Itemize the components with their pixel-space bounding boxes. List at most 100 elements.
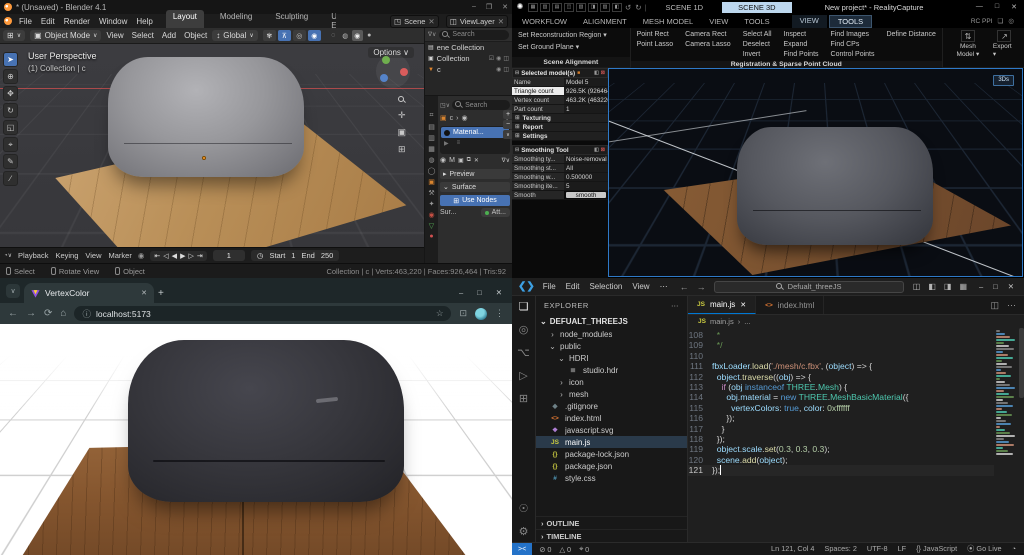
close-icon[interactable]: ⊠ (601, 147, 605, 153)
code-line-109[interactable]: 109 */ (688, 340, 994, 350)
code-line-110[interactable]: 110 (688, 351, 994, 361)
expand-icon[interactable]: ▶ (444, 140, 449, 147)
file-tree-item-studio-hdr[interactable]: ≣ studio.hdr (536, 364, 687, 376)
blender-menu-4[interactable]: Help (136, 17, 152, 26)
status-item-2[interactable]: UTF-8 (867, 544, 888, 554)
tab-index-html[interactable]: <> index.html (756, 296, 825, 314)
timeline-menu-1[interactable]: Keying (55, 251, 78, 260)
code-editor[interactable]: 108 * 109 */110 111 fbxLoader.load('./mesh/… (688, 328, 994, 542)
code-line-113[interactable]: 113 if (obj instanceof THREE.Mesh) { (688, 382, 994, 392)
row-key[interactable]: Smoothing w... (512, 173, 564, 181)
ribbon-button-camera-lasso[interactable]: Camera Lasso (685, 41, 731, 48)
viewport-menu-1[interactable]: Select (132, 31, 154, 40)
row-key[interactable]: Part count (512, 105, 564, 113)
mesh-model-button[interactable]: ⇅ Mesh Model ▾ (951, 30, 985, 65)
maximize-button[interactable]: □ (995, 3, 999, 11)
forward-button[interactable]: → (697, 282, 706, 292)
fake-user-icon[interactable]: ▣ (458, 157, 464, 164)
start-field[interactable]: 1 (291, 251, 295, 260)
extensions-icon[interactable]: ⊞ (519, 392, 528, 405)
eye-icon[interactable]: ◫ (503, 66, 509, 73)
surface-section[interactable]: ⌄ Surface (440, 182, 510, 192)
blender-menu-3[interactable]: Window (99, 17, 127, 26)
scrollbar[interactable] (1019, 328, 1024, 398)
expand-icon[interactable]: ⊞ (515, 115, 520, 121)
layout-icon-5[interactable]: ◨ (588, 2, 598, 12)
shading-mode-icon-3[interactable]: ● (364, 30, 375, 41)
transport-button-2[interactable]: ◀ (172, 252, 177, 260)
outliner-row-1[interactable]: ▣ Collection ☑ ◉ ◫ (425, 53, 512, 64)
context-tab-view[interactable]: VIEW (791, 14, 827, 28)
tool-button-0[interactable]: ➤ (3, 52, 18, 67)
tool-button-4[interactable]: ◱ (3, 120, 18, 135)
code-line-121[interactable]: 121}); (688, 465, 994, 476)
row-key[interactable]: Smoothing ty... (512, 155, 564, 163)
layout-toggle-icon-3[interactable]: ▦ (959, 282, 967, 291)
browser-tab[interactable]: VertexColor ✕ (24, 283, 154, 303)
file-tree-item-node-modules[interactable]: › node_modules (536, 328, 687, 340)
side-panel-icon[interactable]: ⊡ (459, 308, 467, 319)
viewport-menu-2[interactable]: Add (162, 31, 176, 40)
close-button[interactable]: ✕ (1008, 282, 1014, 291)
unlink-icon[interactable]: ✕ (428, 17, 434, 26)
warnings-indicator[interactable]: △ 0 (559, 544, 571, 554)
menu-0[interactable]: File (543, 282, 556, 291)
tool-button-7[interactable]: ∕ (3, 171, 18, 186)
new-tab-button[interactable]: + (158, 288, 164, 299)
layout-toggle-icon-2[interactable]: ◨ (944, 282, 952, 291)
file-tree-item-icon[interactable]: › icon (536, 376, 687, 388)
shading-mode-icon-2[interactable]: ◉ (351, 30, 363, 41)
file-tree-item-index-html[interactable]: <> index.html (536, 412, 687, 424)
home-button[interactable]: ⌂ (60, 308, 66, 319)
transport-button-3[interactable]: ▶ (180, 252, 185, 260)
properties-tab-icon-11[interactable]: ● (429, 233, 433, 240)
ribbon-button-invert[interactable]: Invert (743, 51, 772, 58)
timeline-menu-2[interactable]: View (85, 251, 101, 260)
code-line-118[interactable]: 118 }); (688, 434, 994, 444)
transport-button-0[interactable]: ⇤ (154, 252, 160, 260)
layout-icon-1[interactable]: ▥ (540, 2, 550, 12)
ribbon-button-point-lasso[interactable]: Point Lasso (637, 41, 674, 48)
row-value[interactable]: 0.500000 (564, 173, 608, 181)
material-name-field[interactable]: M (449, 157, 455, 164)
profile-avatar[interactable] (475, 307, 487, 320)
smoothing-tool-panel-header[interactable]: ⊟ Smoothing Tool ◧ ⊠ (512, 145, 608, 155)
properties-tab-icon-1[interactable]: ▤ (428, 123, 435, 131)
y-axis-handle[interactable] (382, 56, 390, 64)
timeline-panel[interactable]: › TIMELINE (536, 529, 687, 542)
close-button[interactable]: ✕ (1011, 3, 1017, 11)
run-debug-icon[interactable]: ▷ (519, 369, 527, 382)
errors-indicator[interactable]: ⊘ 0 (539, 544, 551, 554)
viewport-badge[interactable]: 3Ds (993, 75, 1014, 86)
outliner-row-0[interactable]: ▤ ene Collection (425, 42, 512, 53)
unlink-icon[interactable]: ✕ (474, 157, 479, 164)
editor-type-icon[interactable]: ◔∨ (4, 252, 12, 259)
z-axis-handle[interactable] (380, 74, 388, 82)
file-tree-item-javascript-svg[interactable]: ❖ javascript.svg (536, 424, 687, 436)
undo-redo-icon-1[interactable]: ↻ (635, 3, 641, 12)
properties-tab-icon-6[interactable]: ▣ (428, 178, 435, 186)
properties-search-input[interactable]: Search (452, 100, 510, 110)
preview-section[interactable]: ▸ Preview (440, 169, 510, 179)
panel-section-settings[interactable]: ⊞ Settings (512, 132, 608, 141)
blender-menu-1[interactable]: Edit (41, 17, 55, 26)
close-button[interactable]: ✕ (502, 3, 508, 11)
site-info-icon[interactable]: ⓘ (82, 308, 91, 320)
status-item-6[interactable]: ◔ (1012, 544, 1016, 554)
scene-selector[interactable]: ◳ Scene ✕ (390, 14, 439, 28)
nav-button-0[interactable]: ✛ (398, 110, 406, 121)
layout-icon-6[interactable]: ▨ (600, 2, 610, 12)
tool-button-3[interactable]: ↻ (3, 103, 18, 118)
properties-tab-icon-10[interactable]: ▽ (429, 222, 434, 230)
ribbon-tab-0[interactable]: WORKFLOW (522, 17, 567, 26)
ribbon-button-find-cps[interactable]: Find CPs (831, 41, 875, 48)
ribbon-button-find-points[interactable]: Find Points (784, 51, 819, 58)
files-icon[interactable]: ❏ (519, 300, 529, 313)
eye-icon[interactable]: ◉ (496, 55, 501, 62)
transport-button-1[interactable]: ◁ (163, 252, 168, 260)
list-menu-icon[interactable]: ≡ (457, 140, 461, 146)
outliner-row-2[interactable]: ▼ c ◉ ◫ (425, 64, 512, 75)
zoom-icon[interactable] (397, 96, 406, 104)
expand-icon[interactable]: ⊞ (515, 133, 520, 139)
editor-type-icon[interactable]: ◳∨ (440, 102, 450, 109)
